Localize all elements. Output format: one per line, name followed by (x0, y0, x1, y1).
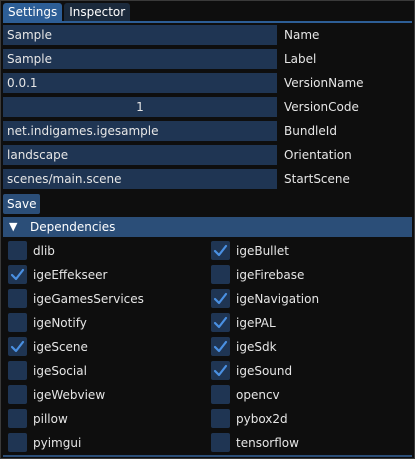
dependency-checkbox[interactable] (8, 337, 27, 356)
version-code-label: VersionCode (284, 100, 359, 114)
checkmark-icon (10, 340, 25, 353)
dependency-label: igeGamesServices (33, 292, 144, 306)
dependency-checkbox[interactable] (211, 289, 230, 308)
label-label: Label (284, 52, 317, 66)
dependency-checkbox[interactable] (8, 241, 27, 260)
checkmark-icon (213, 292, 228, 305)
tab-settings[interactable]: Settings (3, 3, 63, 22)
dependency-checkbox[interactable] (8, 433, 27, 452)
dependency-checkbox[interactable] (8, 385, 27, 404)
dependency-label: igeNavigation (236, 292, 320, 306)
checkmark-icon (213, 340, 228, 353)
label-input[interactable]: Sample (3, 49, 277, 69)
dependency-checkbox[interactable] (8, 289, 27, 308)
bundle-id-label: BundleId (284, 124, 337, 138)
collapse-arrow-icon: ▼ (9, 220, 18, 233)
dependency-checkbox[interactable] (211, 409, 230, 428)
dependency-checkbox[interactable] (211, 337, 230, 356)
checkmark-icon (213, 316, 228, 329)
dependency-label: igeWebview (33, 388, 106, 402)
dependency-label: pillow (33, 412, 68, 426)
checkmark-icon (213, 244, 228, 257)
dependency-checkbox[interactable] (211, 361, 230, 380)
orientation-label: Orientation (284, 148, 352, 162)
dependency-label: igePAL (236, 316, 276, 330)
dependency-label: pyimgui (33, 436, 82, 450)
dependency-label: igeScene (33, 340, 88, 354)
checkmark-icon (213, 364, 228, 377)
dependency-checkbox[interactable] (8, 265, 27, 284)
dependency-label: igeSocial (33, 364, 87, 378)
dependency-label: tensorflow (236, 436, 299, 450)
dependency-checkbox[interactable] (8, 409, 27, 428)
dependency-label: igeFirebase (236, 268, 305, 282)
bundle-id-input[interactable]: net.indigames.igesample (3, 121, 277, 141)
settings-window: Settings Inspector Sample Name Sample La… (0, 0, 415, 459)
tab-bar: Settings Inspector (3, 3, 132, 22)
start-scene-label: StartScene (284, 172, 350, 186)
start-scene-input[interactable]: scenes/main.scene (3, 169, 277, 189)
dependencies-title: Dependencies (30, 220, 116, 234)
dependency-checkbox[interactable] (8, 313, 27, 332)
version-name-label: VersionName (284, 76, 364, 90)
dependency-checkbox[interactable] (211, 385, 230, 404)
dependency-checkbox[interactable] (211, 313, 230, 332)
name-label: Name (284, 28, 320, 42)
dependency-label: pybox2d (236, 412, 288, 426)
dependency-label: igeEffekseer (33, 268, 108, 282)
version-name-input[interactable]: 0.0.1 (3, 73, 277, 93)
orientation-input[interactable]: landscape (3, 145, 277, 165)
dependency-label: igeBullet (236, 244, 289, 258)
dependency-checkbox[interactable] (211, 241, 230, 260)
dependency-label: opencv (236, 388, 280, 402)
version-code-input[interactable]: 1 (3, 97, 277, 117)
dependency-label: igeNotify (33, 316, 87, 330)
dependency-checkbox[interactable] (211, 265, 230, 284)
dependency-label: igeSdk (236, 340, 277, 354)
dependency-label: igeSound (236, 364, 293, 378)
dependency-checkbox[interactable] (211, 433, 230, 452)
name-input[interactable]: Sample (3, 25, 277, 45)
dependencies-header[interactable]: ▼ Dependencies (3, 217, 412, 237)
bottom-border (3, 455, 412, 457)
dependency-label: dlib (33, 244, 55, 258)
tab-inspector[interactable]: Inspector (64, 3, 131, 22)
dependency-checkbox[interactable] (8, 361, 27, 380)
checkmark-icon (10, 268, 25, 281)
tab-underline (3, 21, 412, 23)
save-button[interactable]: Save (3, 194, 41, 214)
